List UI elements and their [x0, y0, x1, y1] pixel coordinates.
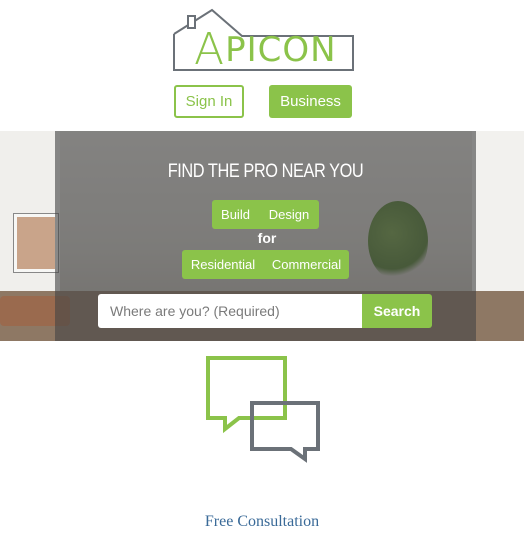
hero-title: FIND THE PRO NEAR YOU: [167, 161, 364, 182]
hero-banner: FIND THE PRO NEAR YOU Build Design for R…: [0, 131, 524, 341]
sign-in-button[interactable]: Sign In: [174, 85, 244, 118]
business-button[interactable]: Business: [269, 85, 352, 118]
search-button[interactable]: Search: [362, 294, 432, 328]
location-search-input[interactable]: [98, 294, 362, 328]
logo-first-letter: A: [194, 24, 226, 75]
build-option[interactable]: Build: [212, 200, 259, 229]
hero-background-artwork: [14, 214, 58, 272]
page: APICON Sign In Business FIND THE PRO NEA…: [0, 0, 524, 546]
for-label: for: [257, 230, 277, 246]
commercial-option[interactable]: Commercial: [264, 250, 349, 279]
logo-rest: PICON: [225, 30, 337, 70]
service-type-toggle: Build Design: [212, 200, 319, 229]
residential-option[interactable]: Residential: [182, 250, 264, 279]
property-type-toggle: Residential Commercial: [182, 250, 349, 279]
logo-wordmark: APICON: [194, 28, 337, 72]
apicon-logo[interactable]: APICON: [172, 8, 356, 74]
design-option[interactable]: Design: [259, 200, 319, 229]
free-consultation-label[interactable]: Free Consultation: [162, 513, 362, 531]
chat-bubbles-icon: [206, 356, 320, 463]
